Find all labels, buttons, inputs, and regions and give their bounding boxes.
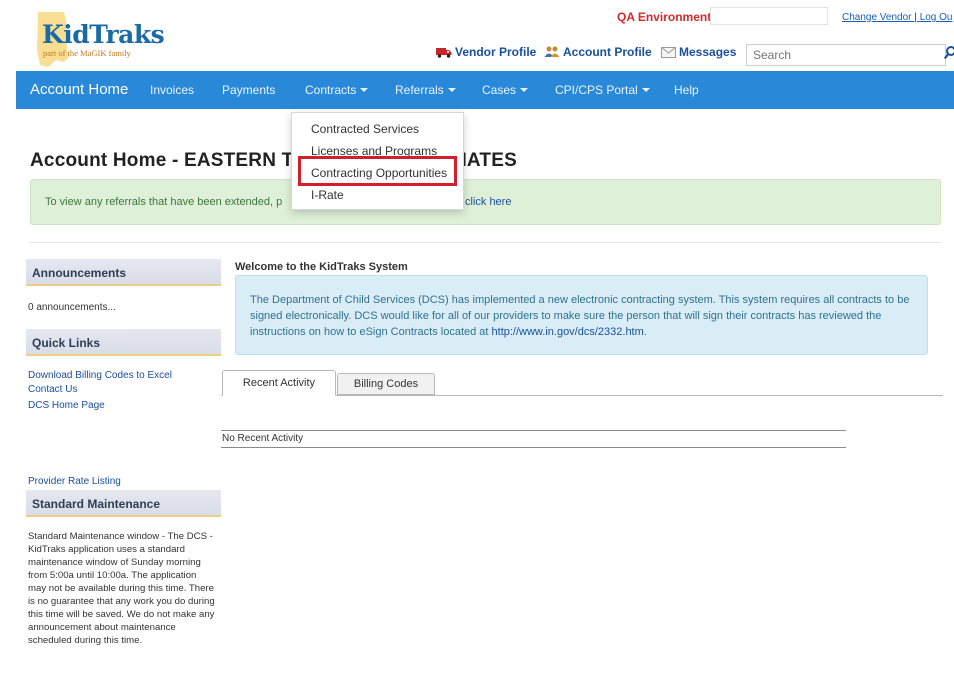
no-recent-activity-text: No Recent Activity xyxy=(222,433,304,444)
account-links: Change Vendor | Log Ou xyxy=(842,12,953,23)
nav-contracts[interactable]: Contracts xyxy=(305,71,369,109)
vendor-profile-link[interactable]: Vendor Profile xyxy=(436,45,536,59)
referral-alert: To view any referrals that have been ext… xyxy=(30,179,941,225)
tab-recent-activity[interactable]: Recent Activity xyxy=(222,370,336,396)
link-dcs-home-page[interactable]: DCS Home Page xyxy=(28,400,105,411)
announcements-heading: Announcements xyxy=(26,259,221,286)
nav-payments[interactable]: Payments xyxy=(222,71,275,109)
announcements-text: 0 announcements... xyxy=(28,302,116,313)
link-contact-us[interactable]: Contact Us xyxy=(28,384,77,395)
caret-down-icon xyxy=(360,88,369,92)
welcome-heading: Welcome to the KidTraks System xyxy=(235,261,408,273)
activity-table-top xyxy=(221,430,846,431)
link-separator: | xyxy=(914,12,917,23)
nav-cases-label: Cases xyxy=(482,83,517,97)
nav-help[interactable]: Help xyxy=(674,71,699,109)
page-title-end: IATES xyxy=(461,150,517,171)
account-profile-link[interactable]: Account Profile xyxy=(544,45,652,59)
vendor-name-box xyxy=(710,7,828,25)
tab-billing-codes[interactable]: Billing Codes xyxy=(337,373,435,395)
nav-referrals[interactable]: Referrals xyxy=(395,71,456,109)
page-title-mid: TERN T xyxy=(223,150,294,171)
nav-cpi-cps-portal[interactable]: CPI/CPS Portal xyxy=(555,71,650,109)
people-icon xyxy=(544,46,560,57)
main-navbar: Account Home Invoices Payments Contracts… xyxy=(16,71,954,109)
logo-title: KidTraks xyxy=(42,20,165,49)
activity-table-bottom xyxy=(221,447,846,448)
messages-label: Messages xyxy=(679,45,737,59)
welcome-info-box: The Department of Child Services (DCS) h… xyxy=(235,275,928,355)
logo-tagline: part of the MaGIK family xyxy=(43,48,131,58)
alert-click-here-link[interactable]: click here xyxy=(465,196,511,208)
change-vendor-link[interactable]: Change Vendor xyxy=(842,12,912,23)
environment-text: QA Environment xyxy=(617,10,712,24)
search-icon[interactable] xyxy=(944,46,954,60)
kidtraks-logo[interactable]: KidTraks part of the MaGIK family xyxy=(34,10,184,70)
welcome-end: . xyxy=(643,326,647,338)
quick-links-heading: Quick Links xyxy=(26,329,221,356)
environment-label: QA Environment | xyxy=(617,10,718,24)
nav-account-home[interactable]: Account Home xyxy=(30,71,128,109)
vendor-profile-label: Vendor Profile xyxy=(455,45,537,59)
nav-referrals-label: Referrals xyxy=(395,83,444,97)
maintenance-text: Standard Maintenance window - The DCS - … xyxy=(28,531,215,646)
link-download-billing-codes[interactable]: Download Billing Codes to Excel xyxy=(28,370,172,381)
envelope-icon xyxy=(661,47,676,58)
caret-down-icon xyxy=(520,88,529,92)
menu-item-i-rate[interactable]: I-Rate xyxy=(311,188,344,202)
account-profile-label: Account Profile xyxy=(563,45,652,59)
esign-instructions-link[interactable]: http://www.in.gov/dcs/2332.htm xyxy=(492,326,644,338)
caret-down-icon xyxy=(641,88,650,92)
link-provider-rate-listing[interactable]: Provider Rate Listing xyxy=(28,476,121,487)
alert-text: To view any referrals that have been ext… xyxy=(45,196,283,208)
messages-link[interactable]: Messages xyxy=(661,45,736,59)
page-title-start: Account Home - EAS xyxy=(30,150,224,171)
truck-icon xyxy=(436,48,452,58)
search-input[interactable] xyxy=(746,44,946,66)
nav-invoices[interactable]: Invoices xyxy=(150,71,194,109)
nav-cases[interactable]: Cases xyxy=(482,71,529,109)
standard-maintenance-heading: Standard Maintenance xyxy=(26,490,221,517)
nav-cpi-cps-portal-label: CPI/CPS Portal xyxy=(555,83,638,97)
divider xyxy=(30,242,941,243)
caret-down-icon xyxy=(447,88,456,92)
menu-item-contracted-services[interactable]: Contracted Services xyxy=(311,122,419,136)
welcome-text: The Department of Child Services (DCS) h… xyxy=(250,292,918,340)
logout-link[interactable]: Log Ou xyxy=(920,12,953,23)
highlight-box xyxy=(298,156,457,186)
nav-contracts-label: Contracts xyxy=(305,83,357,97)
